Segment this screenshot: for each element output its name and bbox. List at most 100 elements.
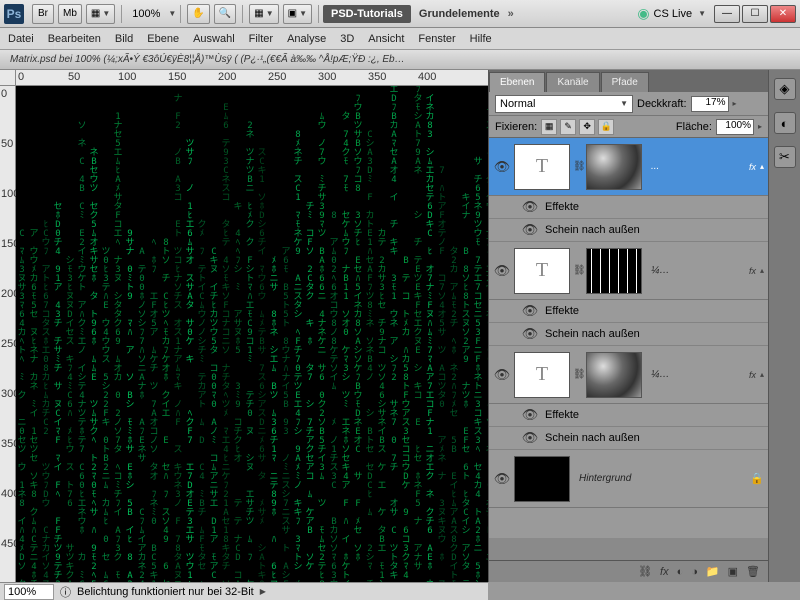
maximize-button[interactable]: ☐: [742, 5, 768, 23]
layer-mask-thumbnail[interactable]: [586, 352, 642, 398]
styles-panel-icon[interactable]: ◈: [774, 78, 796, 100]
mask-link-icon[interactable]: ⛓: [573, 161, 583, 172]
layer-mask-thumbnail[interactable]: [586, 144, 642, 190]
canvas[interactable]: C ﾏ ﾑ 3 ヌ サ 3 ﾏ 6 4 カ ﾍ ト ﾍ ﾐ ク ニ 0 セ ツ …: [16, 86, 488, 582]
zoom-level-display[interactable]: 100%: [132, 8, 160, 20]
layer-name[interactable]: ...: [645, 161, 749, 172]
menu-bar: Datei Bearbeiten Bild Ebene Auswahl Filt…: [0, 28, 800, 50]
workspace-tag[interactable]: PSD-Tutorials: [323, 5, 411, 23]
menu-ansicht[interactable]: Ansicht: [368, 33, 404, 45]
hand-tool-button[interactable]: ✋: [187, 4, 209, 24]
layer-name[interactable]: ¼…: [645, 265, 749, 276]
visibility-toggle[interactable]: 👁: [493, 159, 511, 175]
menu-bild[interactable]: Bild: [115, 33, 133, 45]
layer-row[interactable]: 👁 T ⛓ ... fx ▴: [489, 138, 768, 196]
fill-input[interactable]: 100%: [716, 119, 754, 135]
layer-name[interactable]: ¼…: [645, 369, 749, 380]
status-message: Belichtung funktioniert nur bei 32-Bit: [77, 586, 254, 598]
menu-3d[interactable]: 3D: [340, 33, 354, 45]
outer-glow-row[interactable]: 👁Schein nach außen: [489, 219, 768, 242]
lock-position-icon[interactable]: ✥: [579, 119, 595, 135]
layer-row[interactable]: 👁 T ⛓ ¼… fx ▴: [489, 346, 768, 404]
arrange-docs-button[interactable]: ▦▼: [249, 4, 278, 24]
link-layers-icon[interactable]: ⛓: [638, 565, 652, 578]
layer-mask-thumbnail[interactable]: [586, 248, 642, 294]
fx-badge[interactable]: fx: [749, 266, 756, 276]
adjustment-icon[interactable]: ◑: [691, 566, 698, 578]
fx-badge[interactable]: fx: [749, 162, 756, 172]
background-layer-row[interactable]: 👁 Hintergrund 🔒: [489, 450, 768, 508]
mask-link-icon[interactable]: ⛓: [573, 265, 583, 276]
outer-glow-row[interactable]: 👁Schein nach außen: [489, 323, 768, 346]
ruler-horizontal[interactable]: 0 50 100 150 200 250 300 350 400: [16, 70, 488, 86]
fx-collapse-icon[interactable]: ▴: [760, 162, 764, 171]
menu-ebene[interactable]: Ebene: [147, 33, 179, 45]
new-layer-icon[interactable]: ▣: [728, 565, 738, 578]
effects-row[interactable]: 👁Effekte: [489, 300, 768, 323]
cslive-label[interactable]: CS Live: [654, 8, 693, 20]
fill-label: Fläche:: [676, 121, 712, 133]
menu-auswahl[interactable]: Auswahl: [193, 33, 235, 45]
effects-row[interactable]: 👁Effekte: [489, 196, 768, 219]
effects-row[interactable]: 👁Effekte: [489, 404, 768, 427]
tab-pfade[interactable]: Pfade: [601, 72, 649, 92]
blend-mode-select[interactable]: Normal▼: [495, 95, 633, 113]
ruler-origin[interactable]: [0, 70, 16, 86]
mask-icon[interactable]: ◐: [677, 566, 684, 578]
layers-panel-footer: ⛓ fx ◐ ◑ 📁 ▣ 🗑: [489, 560, 768, 582]
layer-thumbnail[interactable]: T: [514, 352, 570, 398]
opacity-label: Deckkraft:: [637, 98, 687, 110]
swatches-panel-icon[interactable]: ◐: [774, 112, 796, 134]
layer-row[interactable]: 👁 T ⛓ ¼… fx ▴: [489, 242, 768, 300]
info-icon: ⓘ: [60, 584, 71, 600]
bridge-button[interactable]: Br: [32, 4, 54, 24]
minimize-button[interactable]: —: [714, 5, 740, 23]
lock-transparency-icon[interactable]: ▦: [541, 119, 557, 135]
visibility-toggle[interactable]: 👁: [493, 471, 511, 487]
tab-ebenen[interactable]: Ebenen: [489, 72, 545, 92]
ruler-vertical[interactable]: 0 50 100 150 200 250 300 350 400 450: [0, 86, 16, 582]
document-tab[interactable]: Matrix.psd bei 100% (¼;xÃ•Ý €3ôÚ€ÿÈ8¦¦Å)…: [0, 50, 800, 70]
mask-link-icon[interactable]: ⛓: [573, 369, 583, 380]
minibridge-button[interactable]: Mb: [58, 4, 82, 24]
group-icon[interactable]: 📁: [706, 565, 720, 578]
photoshop-icon: Ps: [4, 4, 24, 24]
cslive-icon[interactable]: ◉: [637, 5, 649, 22]
tab-kanaele[interactable]: Kanäle: [546, 72, 599, 92]
paths-panel-icon[interactable]: ✂: [774, 146, 796, 168]
view-extras-button[interactable]: ▦▼: [86, 4, 115, 24]
chevron-right-icon[interactable]: »: [508, 8, 514, 20]
layer-name[interactable]: Hintergrund: [573, 473, 750, 484]
layer-thumbnail[interactable]: T: [514, 248, 570, 294]
workspace: 0 50 100 150 200 250 300 350 400 0 50 10…: [0, 70, 800, 600]
menu-datei[interactable]: Datei: [8, 33, 34, 45]
menu-fenster[interactable]: Fenster: [418, 33, 455, 45]
menu-bearbeiten[interactable]: Bearbeiten: [48, 33, 101, 45]
status-bar: 100% ⓘ Belichtung funktioniert nur bei 3…: [0, 582, 488, 600]
fx-collapse-icon[interactable]: ▴: [760, 266, 764, 275]
fx-badge[interactable]: fx: [749, 370, 756, 380]
layer-thumbnail[interactable]: [514, 456, 570, 502]
menu-analyse[interactable]: Analyse: [287, 33, 326, 45]
lock-icon: 🔒: [750, 472, 764, 485]
layer-thumbnail[interactable]: T: [514, 144, 570, 190]
fx-icon[interactable]: fx: [660, 566, 669, 578]
trash-icon[interactable]: 🗑: [746, 565, 760, 578]
title-bar: Ps Br Mb ▦▼ 100%▼ ✋ 🔍 ▦▼ ▣▼ PSD-Tutorial…: [0, 0, 800, 28]
workspace-name[interactable]: Grundelemente: [419, 8, 500, 20]
status-menu-icon[interactable]: ▶: [260, 587, 266, 596]
zoom-field[interactable]: 100%: [4, 584, 54, 600]
lock-all-icon[interactable]: 🔒: [598, 119, 614, 135]
visibility-toggle[interactable]: 👁: [493, 263, 511, 279]
zoom-tool-button[interactable]: 🔍: [214, 4, 236, 24]
lock-pixels-icon[interactable]: ✎: [560, 119, 576, 135]
outer-glow-row[interactable]: 👁Schein nach außen: [489, 427, 768, 450]
opacity-input[interactable]: 17%: [691, 96, 729, 112]
screen-mode-button[interactable]: ▣▼: [283, 4, 312, 24]
opacity-slider-icon[interactable]: ▸: [733, 99, 737, 108]
menu-hilfe[interactable]: Hilfe: [470, 33, 492, 45]
close-button[interactable]: ✕: [770, 5, 796, 23]
fx-collapse-icon[interactable]: ▴: [760, 370, 764, 379]
visibility-toggle[interactable]: 👁: [493, 367, 511, 383]
menu-filter[interactable]: Filter: [249, 33, 273, 45]
